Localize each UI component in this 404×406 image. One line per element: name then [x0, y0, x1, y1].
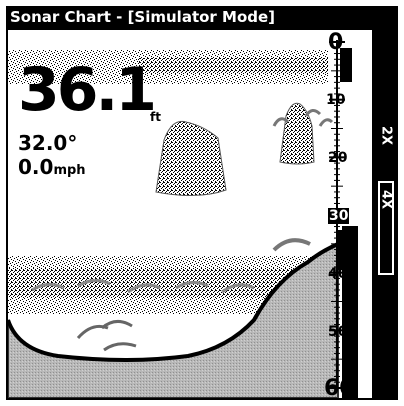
depth-scale-label-40: 40 [328, 266, 348, 282]
sonar-screen: Sonar Chart - [Simulator Mode] 36.1 ft 3… [0, 0, 404, 406]
surface-clutter-dense [138, 58, 328, 74]
fish-arch [304, 109, 322, 117]
speed-readout: 0.0mph [18, 155, 86, 179]
window-title: Sonar Chart - [Simulator Mode] [6, 6, 398, 28]
depth-scale-label-30: 30 [328, 208, 350, 224]
depth-scale-label-50: 50 [328, 324, 348, 340]
depth-scale-label-60: 60 [324, 376, 355, 400]
depth-scale-label-20: 20 [328, 150, 348, 166]
fish-arch [318, 118, 334, 127]
zoom-bar[interactable]: 2X 4X [374, 28, 398, 400]
depth-scale-label-0: 0 [328, 30, 344, 55]
flasher-bar-bottom [342, 226, 358, 398]
depth-readout: 36.1 [18, 55, 157, 125]
speed-unit: mph [53, 163, 86, 178]
depth-unit: ft [150, 110, 161, 124]
zoom-4x-label[interactable]: 4X [378, 186, 394, 214]
fish-arch [103, 342, 137, 352]
zoom-2x-label[interactable]: 2X [378, 122, 394, 150]
water-temperature: 32.0° [18, 131, 78, 155]
fish-school-large [155, 120, 227, 197]
fish-arch [272, 238, 311, 252]
speed-value: 0.0 [18, 155, 54, 179]
sonar-chart-view[interactable]: 36.1 ft 32.0° 0.0mph 0 10 20 30 40 50 60 [6, 28, 374, 400]
depth-scale-label-10: 10 [326, 92, 346, 108]
